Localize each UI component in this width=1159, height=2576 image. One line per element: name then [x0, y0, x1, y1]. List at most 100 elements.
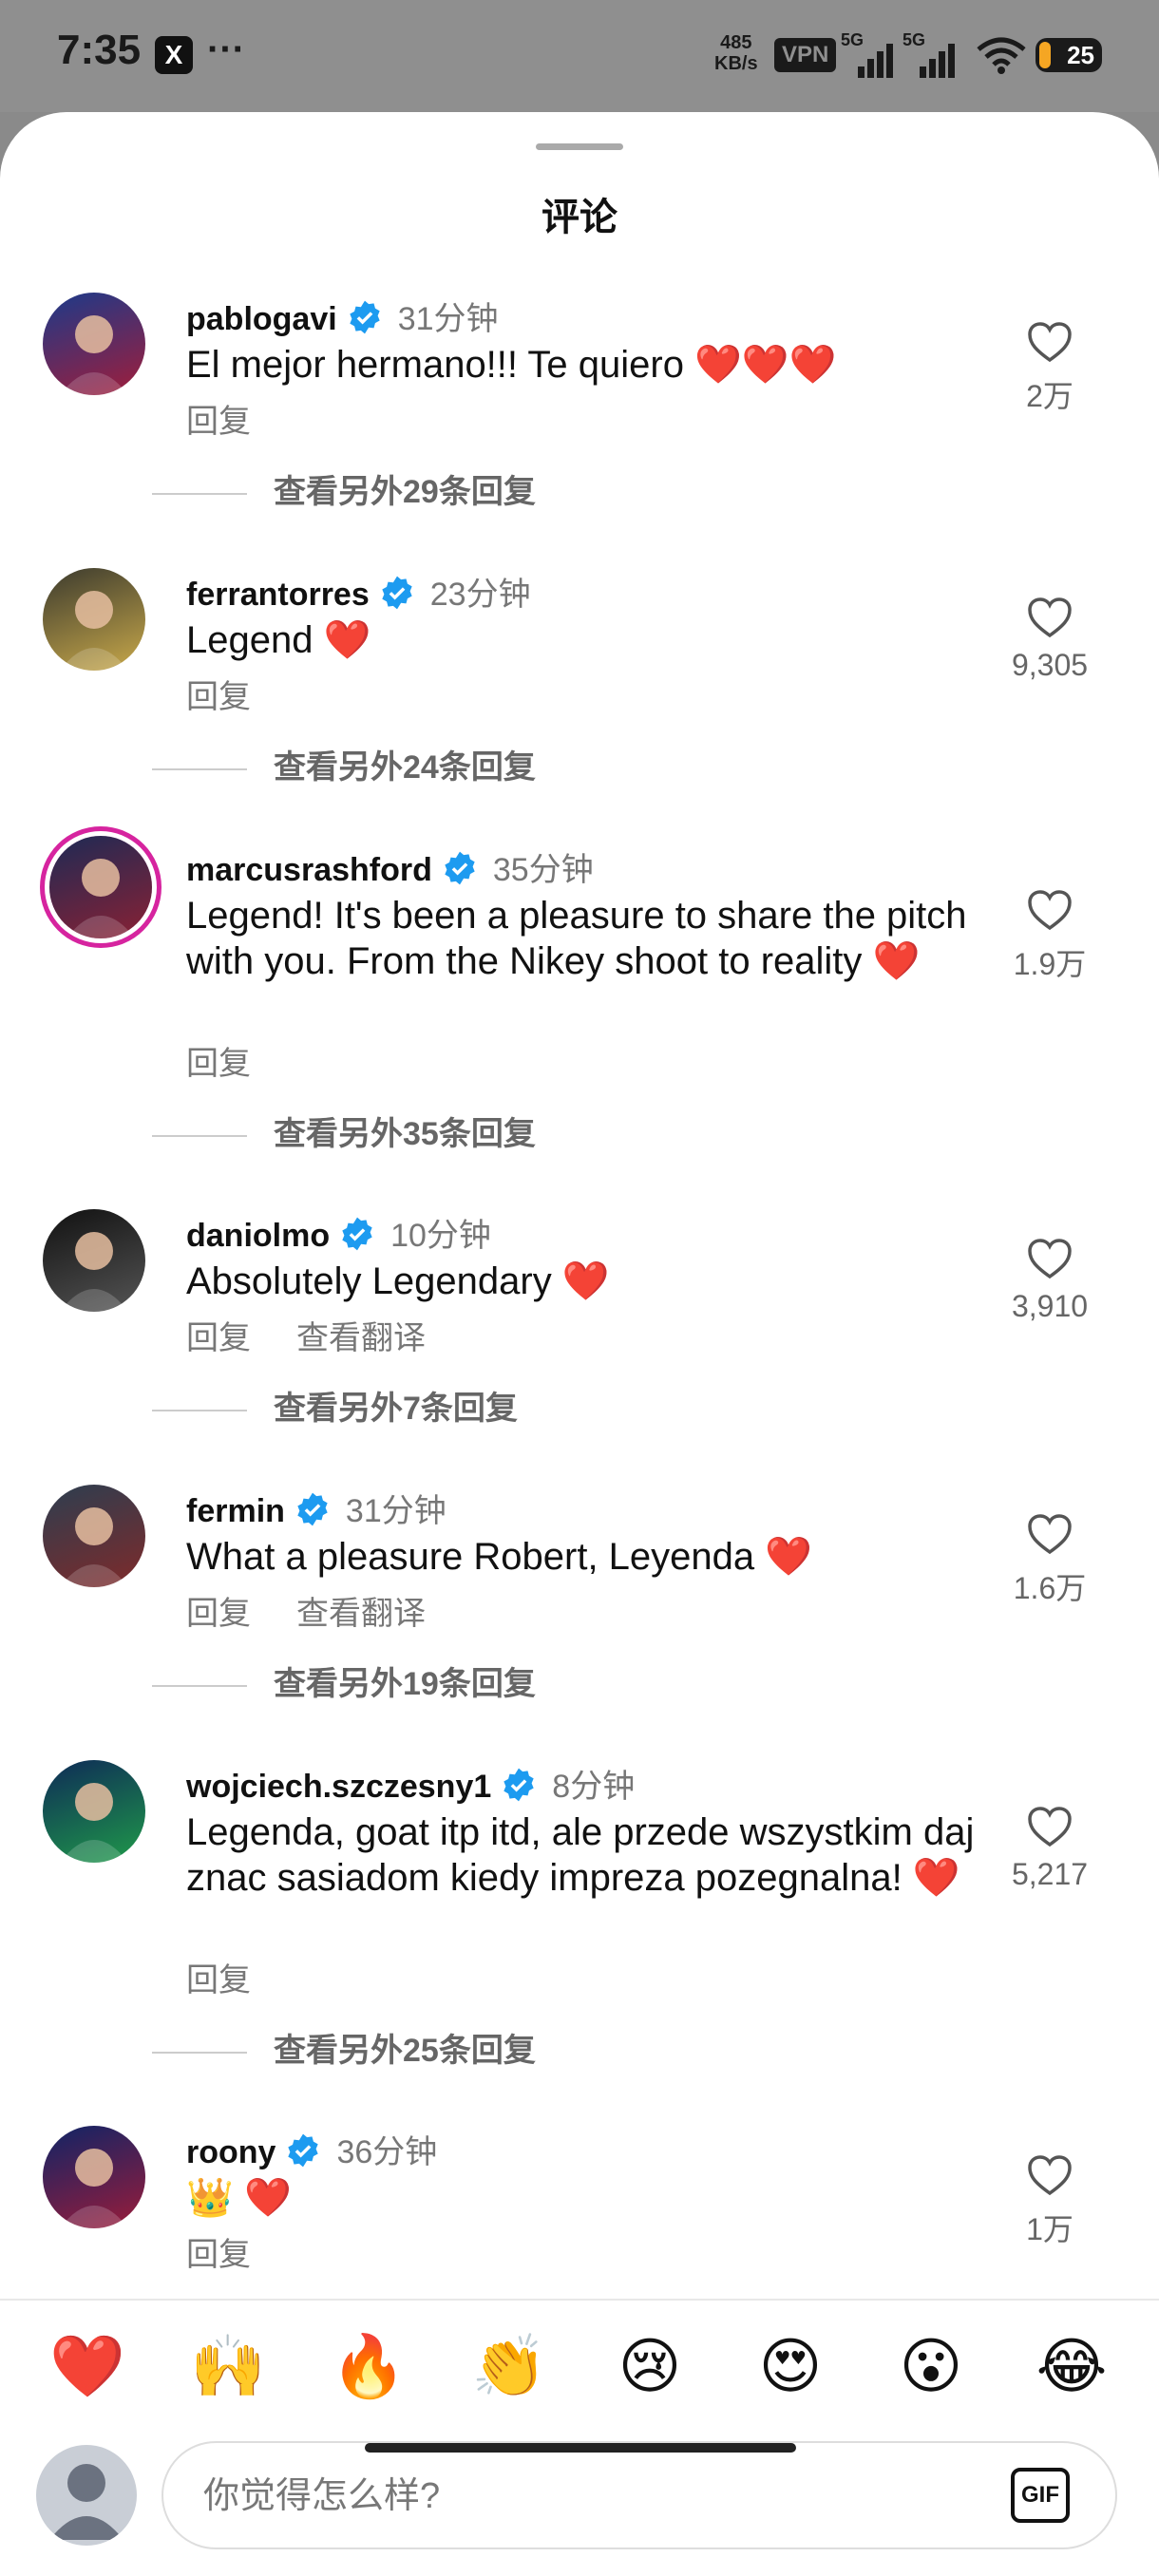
like-button[interactable]: 1万 [998, 2154, 1102, 2249]
emoji-cry[interactable]: 😢 [612, 2329, 688, 2405]
comment-body: Legend! It's been a pleasure to share th… [186, 895, 967, 982]
vpn-badge: VPN [774, 38, 837, 72]
avatar[interactable] [43, 568, 145, 671]
comment-body: Legend [186, 619, 314, 661]
view-more-replies[interactable]: 查看另外25条回复 [152, 2024, 536, 2071]
reply-button[interactable]: 回复 [186, 679, 251, 715]
comment-header: roony 36分钟 [186, 2126, 437, 2172]
comment-body: What a pleasure Robert, Leyenda [186, 1536, 755, 1578]
reply-button[interactable]: 回复 [186, 1962, 251, 1998]
emoji-raised-hands[interactable]: 🙌 [190, 2329, 266, 2405]
emoji-heart[interactable]: ❤️ [49, 2329, 125, 2405]
comment-actions: 回复 [186, 1037, 342, 1084]
like-button[interactable]: 1.9万 [998, 889, 1102, 984]
like-button[interactable]: 3,910 [998, 1238, 1102, 1324]
comment-time: 10分钟 [390, 1218, 491, 1254]
view-more-replies-label: 查看另外24条回复 [274, 749, 536, 786]
heart-outline-icon[interactable] [1027, 321, 1073, 363]
gif-icon[interactable]: GIF [1011, 2468, 1070, 2523]
comment-time: 8分钟 [552, 1769, 636, 1805]
avatar[interactable] [43, 1209, 145, 1312]
status-bar: 7:35 X ··· 485 KB/s VPN 5G 5G 25 [0, 0, 1159, 112]
view-more-replies[interactable]: 查看另外35条回复 [152, 1108, 536, 1154]
view-more-replies-label: 查看另外19条回复 [274, 1666, 536, 1702]
heart-outline-icon[interactable] [1027, 889, 1073, 931]
heart-outline-icon[interactable] [1027, 1513, 1073, 1555]
verified-badge-icon [504, 1768, 534, 1802]
emoji-laugh[interactable]: 😂 [1034, 2329, 1110, 2405]
view-more-replies[interactable]: 查看另外29条回复 [152, 465, 536, 512]
avatar-placeholder-icon[interactable] [36, 2445, 137, 2546]
comment-header: ferrantorres 23分钟 [186, 568, 531, 615]
like-count: 3,910 [1011, 1289, 1089, 1323]
comment-actions: 回复 [186, 1954, 342, 2000]
emoji-fire[interactable]: 🔥 [331, 2329, 407, 2405]
comment-username[interactable]: ferrantorres [186, 577, 370, 613]
sheet-grabber[interactable] [536, 143, 623, 150]
like-count: 1.9万 [1013, 947, 1087, 981]
comment-header: wojciech.szczesny1 8分钟 [186, 1760, 635, 1807]
comment-text: Legend ❤️ [186, 617, 994, 663]
comment-username[interactable]: pablogavi [186, 301, 337, 337]
comment-text: 👑 ❤️ [186, 2175, 994, 2221]
heart-outline-icon[interactable] [1027, 1806, 1073, 1847]
network-speed: 485 KB/s [714, 32, 758, 74]
avatar[interactable] [49, 836, 152, 938]
comment-actions: 回复 查看翻译 [186, 1587, 471, 1634]
network-speed-unit: KB/s [714, 53, 758, 74]
comment-input[interactable] [201, 2443, 965, 2549]
status-time: 7:35 [57, 27, 142, 73]
comment-time: 31分钟 [345, 1493, 446, 1529]
verified-badge-icon [297, 1492, 328, 1526]
view-more-replies[interactable]: 查看另外24条回复 [152, 741, 536, 787]
emoji-heart-eyes[interactable]: 😍 [752, 2329, 828, 2405]
comment-username[interactable]: roony [186, 2134, 276, 2170]
translate-button[interactable]: 查看翻译 [296, 1320, 426, 1356]
wifi-icon [977, 37, 1026, 74]
comment-username[interactable]: wojciech.szczesny1 [186, 1769, 491, 1805]
view-more-replies-label: 查看另外29条回复 [274, 474, 536, 510]
home-indicator[interactable] [365, 2443, 796, 2453]
comment-text: Legenda, goat itp itd, ale przede wszyst… [186, 1809, 994, 1901]
comment-emoji: ❤️ [323, 619, 371, 661]
like-button[interactable]: 2万 [998, 321, 1102, 416]
emoji-wow[interactable]: 😮 [893, 2329, 969, 2405]
comment-body: Legenda, goat itp itd, ale przede wszyst… [186, 1811, 975, 1899]
comment-actions: 回复 [186, 395, 342, 442]
like-button[interactable]: 1.6万 [998, 1513, 1102, 1608]
comment-username[interactable]: daniolmo [186, 1218, 330, 1254]
comment-actions: 回复 [186, 2228, 342, 2275]
avatar[interactable] [43, 293, 145, 395]
comment-time: 35分钟 [492, 852, 594, 888]
avatar[interactable] [43, 1485, 145, 1587]
verified-badge-icon [382, 576, 412, 610]
avatar[interactable] [43, 2126, 145, 2228]
view-more-replies[interactable]: 查看另外7条回复 [152, 1382, 518, 1429]
reply-button[interactable]: 回复 [186, 2237, 251, 2273]
heart-outline-icon[interactable] [1027, 2154, 1073, 2196]
comment-emoji: ❤️❤️❤️ [694, 344, 837, 386]
view-more-replies[interactable]: 查看另外19条回复 [152, 1657, 536, 1704]
like-button[interactable]: 9,305 [998, 597, 1102, 683]
comment-username[interactable]: marcusrashford [186, 852, 432, 888]
comment-username[interactable]: fermin [186, 1493, 285, 1529]
comment-header: pablogavi 31分钟 [186, 293, 499, 339]
more-notifications-icon: ··· [207, 28, 245, 70]
reply-button[interactable]: 回复 [186, 1596, 251, 1632]
heart-outline-icon[interactable] [1027, 597, 1073, 638]
x-app-icon: X [155, 36, 193, 74]
verified-badge-icon [445, 851, 475, 885]
comment-text: What a pleasure Robert, Leyenda ❤️ [186, 1534, 994, 1580]
view-more-replies-label: 查看另外7条回复 [274, 1391, 518, 1427]
comment-text: Absolutely Legendary ❤️ [186, 1259, 994, 1304]
reply-button[interactable]: 回复 [186, 1320, 251, 1356]
heart-outline-icon[interactable] [1027, 1238, 1073, 1279]
emoji-clap[interactable]: 👏 [471, 2329, 547, 2405]
like-button[interactable]: 5,217 [998, 1806, 1102, 1892]
comment-emoji: ❤️ [243, 2177, 292, 2219]
reply-button[interactable]: 回复 [186, 404, 251, 440]
reply-button[interactable]: 回复 [186, 1046, 251, 1082]
avatar[interactable] [43, 1760, 145, 1863]
comment-input-box: GIF [162, 2441, 1117, 2549]
translate-button[interactable]: 查看翻译 [296, 1596, 426, 1632]
